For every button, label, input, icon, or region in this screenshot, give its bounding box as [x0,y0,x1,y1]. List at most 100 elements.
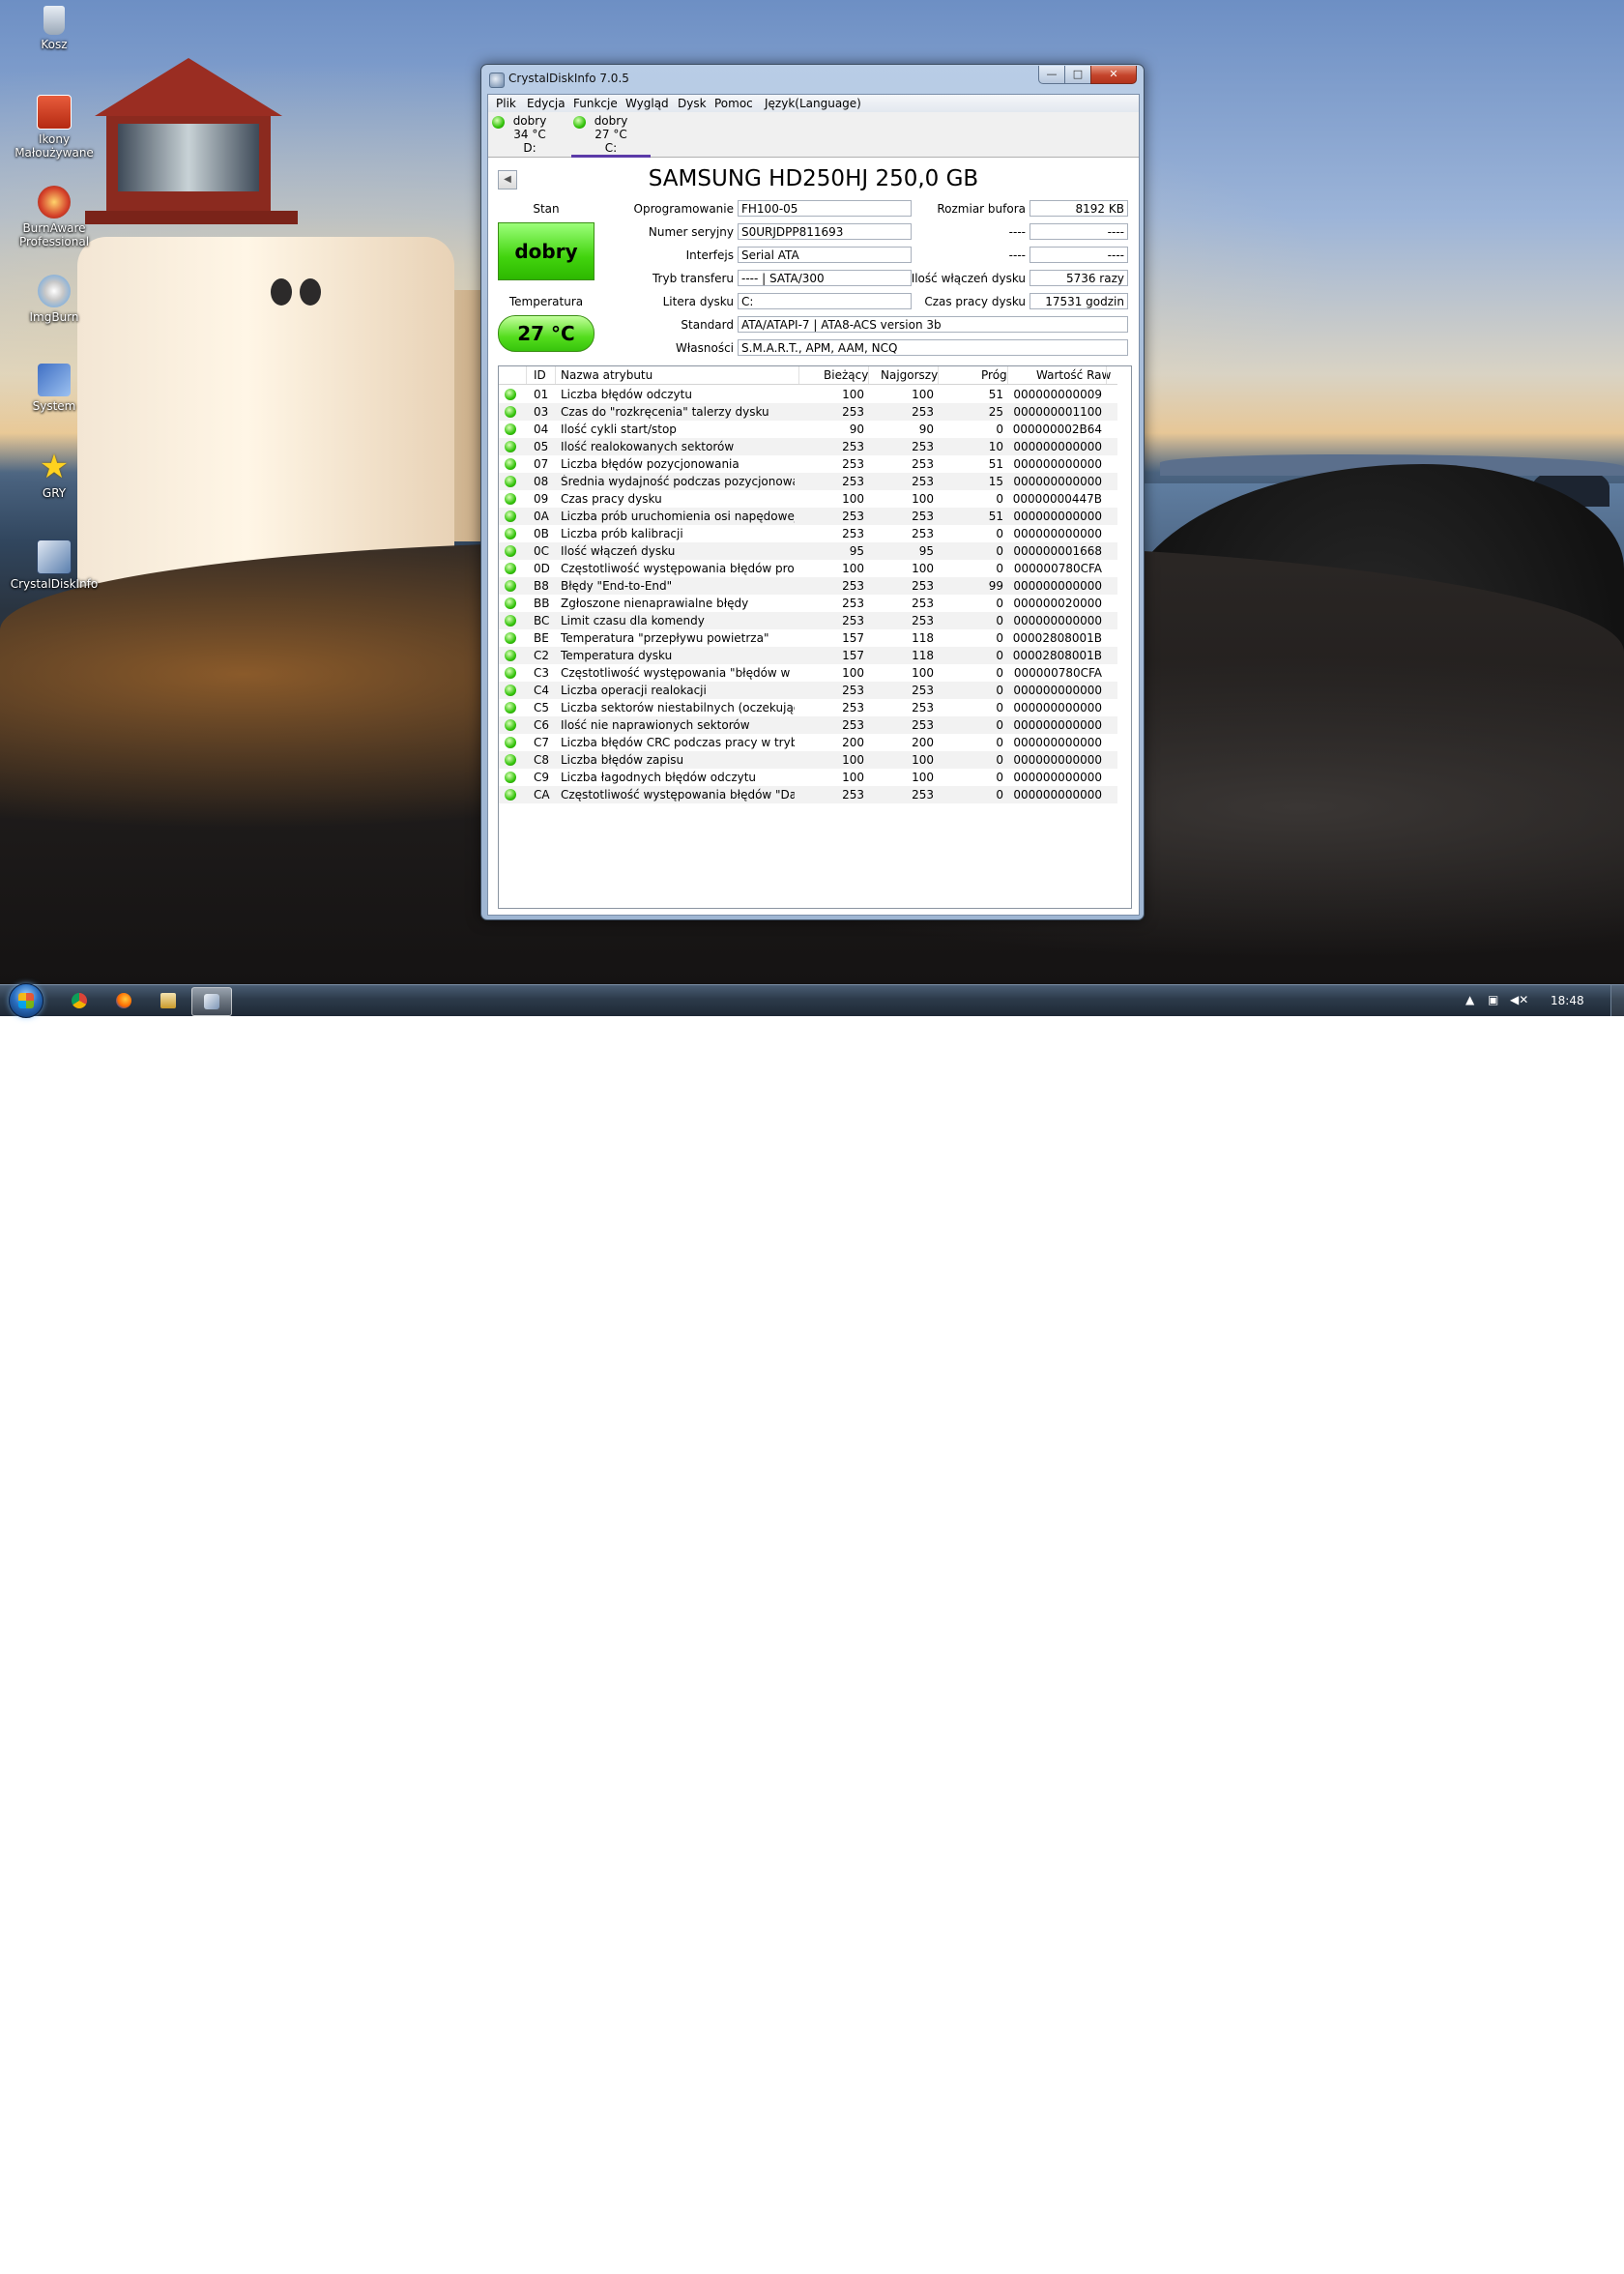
firmware-label: Oprogramowanie [633,202,735,216]
attr-current: 253 [842,579,864,593]
menu-file[interactable]: Plik [496,97,516,110]
table-row[interactable]: C3 Częstotliwość występowania "błędów w l… [499,664,1117,682]
table-row[interactable]: C9 Liczba łagodnych błędów odczytu 100 100 0… [499,769,1117,786]
table-row[interactable]: 0C Ilość włączeń dysku 95 95 0 000000001668 [499,542,1117,560]
table-row[interactable]: CA Częstotliwość występowania błędów "Dat… [499,786,1117,803]
attr-name: Temperatura dysku [561,649,673,662]
table-row[interactable]: C5 Liczba sektorów niestabilnych (oczekuj… [499,699,1117,716]
minimize-button[interactable]: — [1038,66,1065,84]
desktop-icon-crystaldiskinfo[interactable]: CrystalDiskInfo [8,539,101,591]
table-row[interactable]: 0A Liczba prób uruchomienia osi napędowej… [499,508,1117,525]
close-button[interactable]: ✕ [1090,66,1137,84]
attr-id: C7 [534,736,550,749]
table-row[interactable]: 08 Średnia wydajność podczas pozycjonowa.… [499,473,1117,490]
smart-attributes-table[interactable]: ID Nazwa atrybutu Bieżący Najgorszy Próg… [498,365,1132,909]
attr-worst: 100 [912,562,934,575]
taskbar-crystaldiskinfo[interactable] [191,987,232,1016]
table-row[interactable]: 0B Liczba prób kalibracji 253 253 0 000000000… [499,525,1117,542]
start-button[interactable] [9,983,44,1018]
maximize-button[interactable]: □ [1064,66,1091,84]
table-scrollbar[interactable] [1118,366,1131,906]
attr-threshold: 0 [996,631,1003,645]
attr-threshold: 51 [988,510,1003,523]
attr-id: 04 [534,423,549,436]
temperature-value[interactable]: 27 °C [498,315,594,352]
network-icon[interactable]: ▣ [1488,993,1498,1006]
attr-threshold: 0 [996,771,1003,784]
attr-id: 0D [534,562,550,575]
show-desktop-button[interactable] [1610,985,1624,1016]
attr-id: BB [534,597,550,610]
table-row[interactable]: BB Zgłoszone nienaprawialne błędy 253 253 0 0… [499,595,1117,612]
attr-current: 200 [842,736,864,749]
desktop-icon-rarely-used[interactable]: Ikony Małoużywane [8,95,101,160]
attr-current: 253 [842,684,864,697]
status-led-icon [505,737,516,748]
col-id[interactable]: ID [534,368,546,382]
taskbar-chrome[interactable] [60,987,99,1014]
attr-name: Częstotliwość występowania błędów prog..… [561,562,795,575]
attr-raw: 000000000000 [1013,684,1102,697]
col-threshold[interactable]: Próg [981,368,1007,382]
attr-current: 100 [842,753,864,767]
desktop-icon-burnaware[interactable]: BurnAware Professional [8,186,101,248]
title-bar[interactable]: CrystalDiskInfo 7.0.5 — □ ✕ [481,65,1144,94]
menu-language[interactable]: Język(Language) [765,97,861,110]
show-hidden-icons[interactable]: ▲ [1465,993,1474,1006]
col-attribute-name[interactable]: Nazwa atrybutu [561,368,652,382]
table-row[interactable]: C2 Temperatura dysku 157 118 0 00002808001B [499,647,1117,664]
status-led-icon [505,441,516,452]
table-row[interactable]: BE Temperatura "przepływu powietrza" 157 11… [499,629,1117,647]
attr-worst: 253 [912,457,934,471]
disk-tab-c[interactable]: dobry 27 °C C: [571,114,651,158]
attr-current: 253 [842,405,864,419]
desktop-icon-system[interactable]: System [8,364,101,413]
interface-value: Serial ATA [738,247,912,263]
table-row[interactable]: 05 Ilość realokowanych sektorów 253 253 10 00… [499,438,1117,455]
table-row[interactable]: C7 Liczba błędów CRC podczas pracy w tryb… [499,734,1117,751]
table-row[interactable]: 04 Ilość cykli start/stop 90 90 0 000000002B6… [499,421,1117,438]
disk-tab-d[interactable]: dobry 34 °C D: [490,114,569,155]
table-row[interactable]: 03 Czas do "rozkręcenia" talerzy dysku 253… [499,403,1117,421]
lighthouse-gallery [85,211,298,224]
attr-current: 253 [842,440,864,453]
taskbar-media-player[interactable] [149,987,188,1014]
col-worst[interactable]: Najgorszy [881,368,938,382]
table-row[interactable]: 01 Liczba błędów odczytu 100 100 51 000000000… [499,386,1117,403]
table-row[interactable]: C4 Liczba operacji realokacji 253 253 0 00000… [499,682,1117,699]
attr-threshold: 0 [996,718,1003,732]
column-separator [938,366,939,384]
table-row[interactable]: 09 Czas pracy dysku 100 100 0 00000000447B [499,490,1117,508]
table-row[interactable]: BC Limit czasu dla komendy 253 253 0 00000000… [499,612,1117,629]
table-row[interactable]: 0D Częstotliwość występowania błędów prog… [499,560,1117,577]
attr-name: Częstotliwość występowania "błędów w lo.… [561,666,795,680]
desktop-icon-recycle-bin[interactable]: Kosz [8,6,101,51]
menu-view[interactable]: Wygląd [625,97,669,110]
attr-threshold: 0 [996,666,1003,680]
table-row[interactable]: C8 Liczba błędów zapisu 100 100 0 00000000000… [499,751,1117,769]
attr-worst: 100 [912,492,934,506]
health-status-button[interactable]: dobry [498,222,594,280]
desktop-icon-imgburn[interactable]: ImgBurn [8,275,101,324]
menu-edit[interactable]: Edycja [527,97,566,110]
table-row[interactable]: B8 Błędy "End-to-End" 253 253 99 000000000000 [499,577,1117,595]
col-raw-value[interactable]: Wartość Raw [1036,368,1111,382]
status-led-icon [492,116,505,129]
attr-worst: 253 [912,701,934,714]
info-right-value-2: ---- [1030,223,1128,240]
col-current[interactable]: Bieżący [824,368,868,382]
clock[interactable]: 18:48 [1551,994,1584,1007]
volume-muted-icon[interactable]: ◀✕ [1510,993,1528,1006]
table-row[interactable]: 07 Liczba błędów pozycjonowania 253 253 51 00… [499,455,1117,473]
disk-model-title: SAMSUNG HD250HJ 250,0 GB [648,166,979,191]
desktop-icon-games[interactable]: ★ GRY [8,451,101,500]
attr-current: 253 [842,510,864,523]
menu-help[interactable]: Pomoc [714,97,753,110]
table-row[interactable]: C6 Ilość nie naprawionych sektorów 253 253 0… [499,716,1117,734]
status-led-icon [505,702,516,714]
attr-current: 100 [842,771,864,784]
taskbar-firefox[interactable] [104,987,143,1014]
menu-functions[interactable]: Funkcje [573,97,618,110]
menu-disk[interactable]: Dysk [678,97,707,110]
attr-threshold: 0 [996,736,1003,749]
